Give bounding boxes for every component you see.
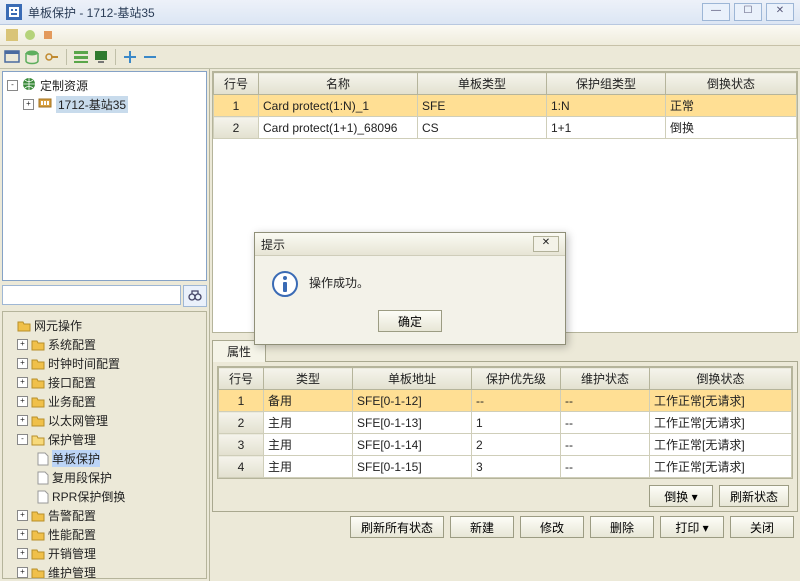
attributes-panel: 行号 类型 单板地址 保护优先级 维护状态 倒换状态 1备用SFE[0-1-12… — [212, 361, 798, 512]
expand-icon[interactable]: + — [17, 377, 28, 388]
nav-leaf[interactable]: RPR保护倒换 — [5, 487, 204, 506]
window-icon[interactable] — [4, 49, 20, 65]
list-green-icon[interactable] — [73, 49, 89, 65]
info-icon — [271, 270, 299, 298]
window-titlebar: 单板保护 - 1712-基站35 — ☐ ✕ — [0, 0, 800, 25]
expand-icon[interactable]: + — [17, 548, 28, 559]
search-input-wrap — [2, 285, 181, 307]
tool-icon — [24, 29, 36, 41]
folder-icon — [31, 395, 45, 409]
search-button[interactable] — [183, 285, 207, 307]
search-input[interactable] — [2, 285, 181, 305]
key-icon[interactable] — [44, 49, 60, 65]
menu-strip — [0, 25, 800, 46]
expand-icon[interactable]: + — [17, 358, 28, 369]
document-icon — [37, 490, 49, 504]
expand-icon[interactable]: + — [17, 415, 28, 426]
table-row[interactable]: 4主用SFE[0-1-15]3--工作正常[无请求] — [219, 456, 792, 478]
nav-item[interactable]: +告警配置 — [5, 506, 204, 525]
folder-open-icon — [31, 433, 45, 447]
expand-icon[interactable]: + — [17, 567, 28, 578]
folder-icon — [31, 338, 45, 352]
folder-icon — [17, 319, 31, 333]
folder-icon — [31, 357, 45, 371]
col-row[interactable]: 行号 — [214, 73, 259, 95]
tool-icon — [42, 29, 54, 41]
dialog-title: 提示 — [261, 236, 533, 253]
new-button[interactable]: 新建 — [450, 516, 514, 538]
window-minimize-button[interactable]: — — [702, 3, 730, 21]
plus-icon[interactable] — [122, 49, 138, 65]
switch-button[interactable]: 倒换 ▾ — [649, 485, 713, 507]
expand-icon[interactable]: + — [17, 510, 28, 521]
table-row[interactable]: 1 Card protect(1:N)_1 SFE 1:N 正常 — [214, 95, 797, 117]
expand-icon[interactable]: + — [17, 396, 28, 407]
nav-item[interactable]: +性能配置 — [5, 525, 204, 544]
nav-item[interactable]: +系统配置 — [5, 335, 204, 354]
print-button[interactable]: 打印 ▾ — [660, 516, 724, 538]
nav-item[interactable]: +维护管理 — [5, 563, 204, 579]
table-row[interactable]: 1备用SFE[0-1-12]----工作正常[无请求] — [219, 390, 792, 412]
dialog-close-button[interactable]: ✕ — [533, 236, 559, 252]
window-title: 单板保护 - 1712-基站35 — [28, 4, 702, 21]
col-name[interactable]: 名称 — [259, 73, 418, 95]
document-icon — [37, 452, 49, 466]
folder-icon — [31, 566, 45, 580]
board-table[interactable]: 行号 类型 单板地址 保护优先级 维护状态 倒换状态 1备用SFE[0-1-12… — [218, 367, 792, 478]
tree-root-label: 定制资源 — [40, 77, 88, 94]
expand-icon[interactable]: + — [17, 339, 28, 350]
col-ptype[interactable]: 保护组类型 — [547, 73, 666, 95]
nav-item[interactable]: +时钟时间配置 — [5, 354, 204, 373]
collapse-icon[interactable]: - — [7, 80, 18, 91]
resource-tree[interactable]: - 定制资源 + 1712-基站35 — [2, 71, 207, 281]
close-button[interactable]: 关闭 — [730, 516, 794, 538]
tool-icon — [6, 29, 18, 41]
nav-item[interactable]: +开销管理 — [5, 544, 204, 563]
window-close-button[interactable]: ✕ — [766, 3, 794, 21]
nav-root[interactable]: 网元操作 — [5, 316, 204, 335]
collapse-icon[interactable]: - — [17, 434, 28, 445]
nav-item[interactable]: +接口配置 — [5, 373, 204, 392]
col-status[interactable]: 倒换状态 — [666, 73, 797, 95]
folder-icon — [31, 547, 45, 561]
table-row[interactable]: 2 Card protect(1+1)_68096 CS 1+1 倒换 — [214, 117, 797, 139]
refresh-all-button[interactable]: 刷新所有状态 — [350, 516, 444, 538]
expand-icon[interactable]: + — [17, 529, 28, 540]
function-tree[interactable]: 网元操作 +系统配置 +时钟时间配置 +接口配置 +业务配置 +以太网管理 -保… — [2, 311, 207, 579]
icon-toolbar — [0, 46, 800, 69]
folder-icon — [31, 414, 45, 428]
nav-item[interactable]: +以太网管理 — [5, 411, 204, 430]
table-row[interactable]: 2主用SFE[0-1-13]1--工作正常[无请求] — [219, 412, 792, 434]
nav-item-protection[interactable]: -保护管理 — [5, 430, 204, 449]
minus-icon[interactable] — [142, 49, 158, 65]
delete-button[interactable]: 删除 — [590, 516, 654, 538]
nav-leaf-board-protect[interactable]: 单板保护 — [5, 449, 204, 468]
monitor-icon[interactable] — [93, 49, 109, 65]
tree-child-label: 1712-基站35 — [56, 96, 128, 113]
binoculars-icon — [188, 288, 202, 305]
app-icon — [6, 4, 22, 20]
folder-icon — [31, 528, 45, 542]
prompt-dialog: 提示 ✕ 操作成功。 确定 — [254, 232, 566, 345]
nav-leaf[interactable]: 复用段保护 — [5, 468, 204, 487]
tree-child[interactable]: + 1712-基站35 — [23, 95, 202, 114]
modify-button[interactable]: 修改 — [520, 516, 584, 538]
dialog-ok-button[interactable]: 确定 — [378, 310, 442, 332]
folder-icon — [31, 509, 45, 523]
col-board[interactable]: 单板类型 — [418, 73, 547, 95]
expand-icon[interactable]: + — [23, 99, 34, 110]
nav-root-label: 网元操作 — [34, 317, 82, 334]
refresh-status-button[interactable]: 刷新状态 — [719, 485, 789, 507]
table-row[interactable]: 3主用SFE[0-1-14]2--工作正常[无请求] — [219, 434, 792, 456]
document-icon — [37, 471, 49, 485]
folder-icon — [31, 376, 45, 390]
dialog-message: 操作成功。 — [309, 270, 369, 291]
tree-root[interactable]: - 定制资源 — [7, 76, 202, 95]
globe-icon — [22, 77, 36, 94]
db-icon[interactable] — [24, 49, 40, 65]
nav-item[interactable]: +业务配置 — [5, 392, 204, 411]
network-element-icon — [38, 96, 52, 113]
window-maximize-button[interactable]: ☐ — [734, 3, 762, 21]
